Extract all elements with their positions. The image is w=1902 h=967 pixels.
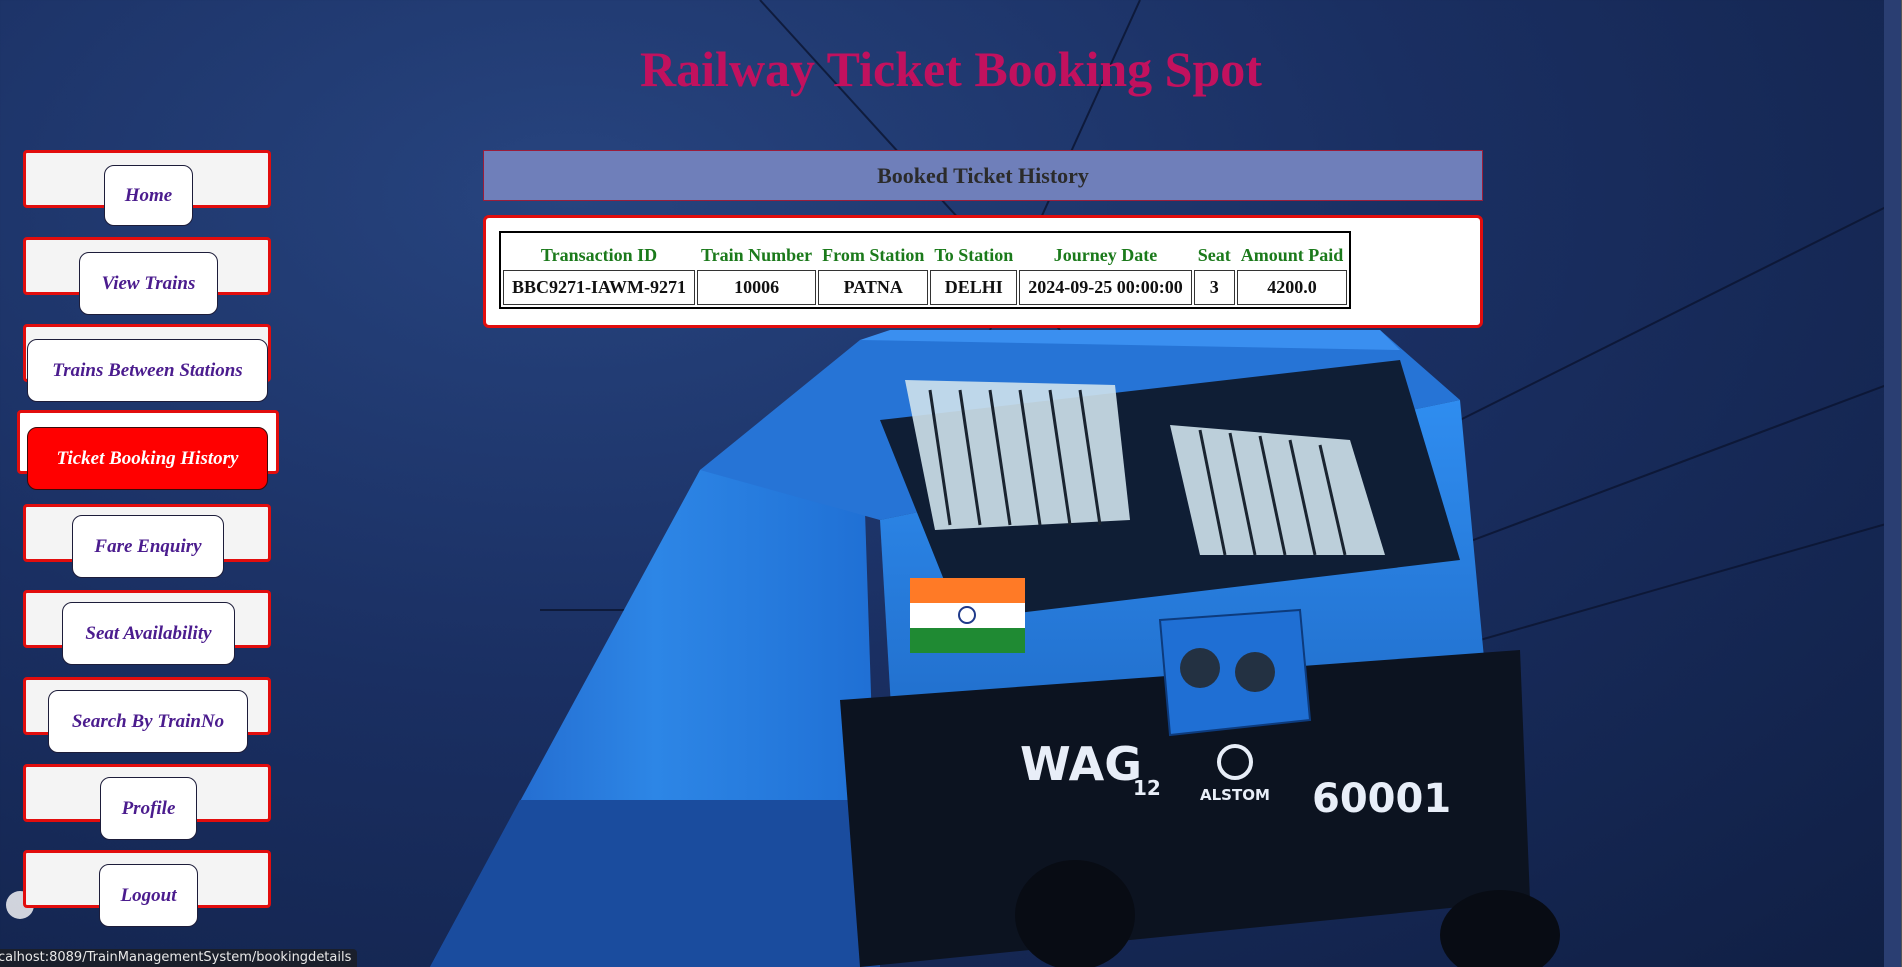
sidebar-item-profile[interactable]: Profile [100, 777, 197, 840]
loco-number-text: 60001 [1312, 776, 1451, 822]
status-bar-url: ocalhost:8089/TrainManagementSystem/book… [0, 950, 352, 965]
cell-journey-date: 2024-09-25 00:00:00 [1019, 270, 1192, 305]
sidebar-item-trains-between-stations[interactable]: Trains Between Stations [27, 339, 268, 402]
column-header-from-station: From Station [822, 245, 925, 265]
sidebar-item-search-by-trainno[interactable]: Search By TrainNo [48, 690, 248, 753]
column-header-amount-paid: Amount Paid [1240, 245, 1344, 265]
loco-model-text: WAG [1020, 737, 1142, 791]
column-header-journey-date: Journey Date [1053, 245, 1158, 265]
sidebar-item-fare-enquiry[interactable]: Fare Enquiry [72, 515, 224, 578]
panel-header-text: Booked Ticket History [877, 162, 1089, 188]
india-flag [910, 578, 1025, 653]
loco-model-sub-text: 12 [1133, 776, 1161, 800]
column-header-train-number: Train Number [701, 245, 813, 265]
sidebar-item-view-trains[interactable]: View Trains [79, 252, 218, 315]
sidebar-item-seat-availability[interactable]: Seat Availability [62, 602, 235, 665]
column-header-to-station: To Station [934, 245, 1014, 265]
column-header-seat: Seat [1197, 245, 1231, 265]
page-title-text: Railway Ticket Booking Spot [640, 41, 1262, 97]
table-row: BBC9271-IAWM-9271 10006 PATNA DELHI 2024… [503, 270, 1348, 305]
background-photo: WAG 12 ALSTOM 60001 [6, 0, 1901, 967]
link-status-bar: ocalhost:8089/TrainManagementSystem/book… [0, 949, 358, 967]
cell-amount-paid: 4200.0 [1236, 270, 1348, 305]
sidebar-item-logout[interactable]: Logout [99, 864, 198, 927]
booked-ticket-history-header: Booked Ticket History [483, 150, 1483, 201]
cell-seat: 3 [1193, 270, 1235, 305]
booking-history-table: Transaction ID Train Number From Station… [499, 231, 1352, 309]
loco-maker-text: ALSTOM [1200, 786, 1270, 804]
booking-history-panel: Transaction ID Train Number From Station… [483, 215, 1483, 328]
column-header-transaction-id: Transaction ID [540, 245, 658, 265]
cell-train-number: 10006 [697, 270, 817, 305]
cell-to-station: DELHI [930, 270, 1018, 305]
table-header-row: Transaction ID Train Number From Station… [503, 235, 1347, 268]
cell-transaction-id: BBC9271-IAWM-9271 [503, 270, 695, 305]
page-title: Railway Ticket Booking Spot [0, 40, 1902, 98]
sidebar-item-home[interactable]: Home [104, 165, 193, 226]
vertical-scrollbar[interactable] [1884, 0, 1902, 967]
cell-from-station: PATNA [818, 270, 929, 305]
sidebar-item-ticket-booking-history[interactable]: Ticket Booking History [27, 427, 268, 490]
